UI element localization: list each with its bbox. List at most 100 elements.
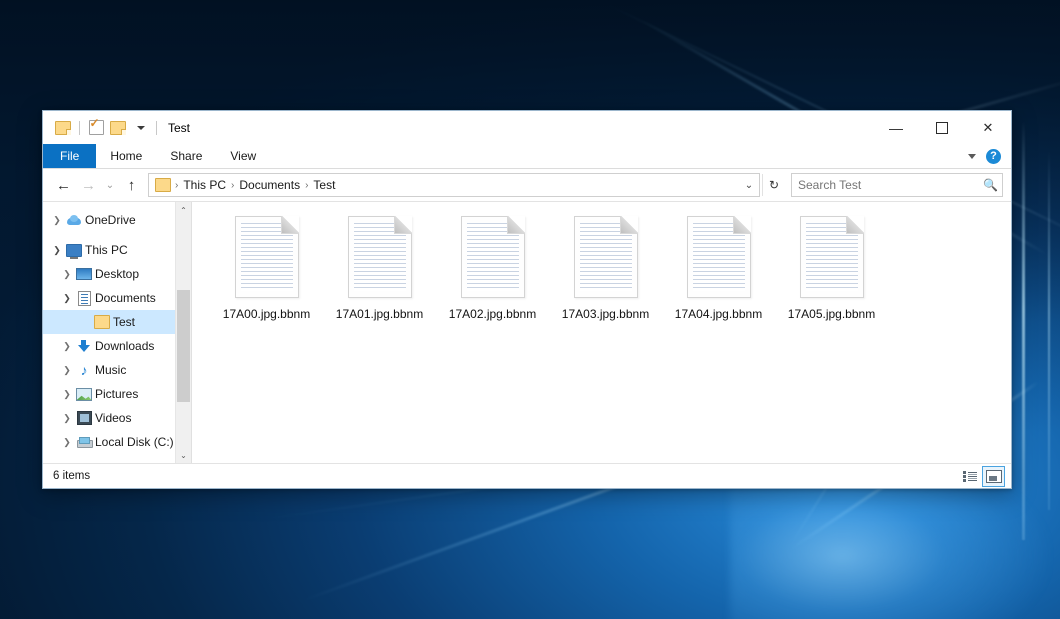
documents-icon: [75, 291, 93, 306]
generic-document-icon: [461, 216, 525, 298]
sidebar-item-label: Music: [93, 363, 126, 377]
chevron-down-icon[interactable]: ❯: [59, 293, 75, 304]
sidebar-item-label: Videos: [93, 411, 131, 425]
onedrive-icon: [65, 215, 83, 225]
customize-qat-chevron-down-icon[interactable]: [129, 117, 151, 139]
breadcrumb-separator-icon: ›: [229, 180, 236, 191]
up-button[interactable]: ↑: [119, 173, 144, 197]
this-pc-icon: [65, 244, 83, 257]
pictures-icon: [75, 388, 93, 401]
maximize-icon: [936, 122, 948, 134]
sidebar-item-this-pc[interactable]: ❯ This PC: [43, 238, 191, 262]
chevron-right-icon[interactable]: ❯: [59, 341, 75, 352]
file-list-view[interactable]: 17A00.jpg.bbnm 17A01.jpg.bbnm 17A02.jpg.…: [192, 202, 1011, 463]
title-bar[interactable]: Test — ✕: [43, 111, 1011, 144]
sidebar-item-desktop[interactable]: ❯ Desktop: [43, 262, 191, 286]
address-dropdown-chevron-down-icon[interactable]: ⌄: [741, 180, 757, 191]
sidebar-item-local-disk-c[interactable]: ❯ Local Disk (C:): [43, 430, 191, 454]
chevron-right-icon[interactable]: ❯: [59, 389, 75, 400]
folder-icon: [93, 315, 111, 329]
sidebar-item-label: Desktop: [93, 267, 139, 281]
scroll-down-arrow-icon[interactable]: ⌄: [176, 447, 191, 463]
sidebar-item-documents[interactable]: ❯ Documents: [43, 286, 191, 310]
system-menu-folder-icon[interactable]: [52, 117, 74, 139]
music-icon: ♪: [75, 364, 93, 377]
item-count-label: 6 items: [53, 470, 90, 482]
chevron-right-icon[interactable]: ❯: [59, 437, 75, 448]
file-item[interactable]: 17A05.jpg.bbnm: [775, 216, 888, 334]
folder-tree: ❯ OneDrive ❯ This PC ❯ Desktop: [43, 202, 191, 454]
scrollbar-thumb[interactable]: [177, 290, 190, 402]
breadcrumb-folder-icon: [155, 178, 171, 192]
sidebar-item-test[interactable]: Test: [43, 310, 191, 334]
file-item[interactable]: 17A03.jpg.bbnm: [549, 216, 662, 334]
chevron-right-icon[interactable]: ❯: [59, 269, 75, 280]
file-name-label: 17A00.jpg.bbnm: [223, 307, 310, 321]
search-box[interactable]: Search Test 🔍: [791, 173, 1003, 197]
address-bar-row: ← → ⌄ ↑ › This PC › Documents › Test ⌄ ↻…: [43, 169, 1011, 201]
tab-share[interactable]: Share: [156, 144, 216, 168]
close-button[interactable]: ✕: [965, 111, 1011, 144]
back-button[interactable]: ←: [51, 173, 76, 197]
file-item[interactable]: 17A00.jpg.bbnm: [210, 216, 323, 334]
close-icon: ✕: [983, 120, 994, 136]
details-view-button[interactable]: [959, 467, 980, 486]
file-item[interactable]: 17A01.jpg.bbnm: [323, 216, 436, 334]
recent-locations-chevron-down-icon[interactable]: ⌄: [101, 173, 119, 197]
wallpaper-pane-edge: [1022, 120, 1025, 540]
address-breadcrumb-field[interactable]: › This PC › Documents › Test ⌄: [148, 173, 760, 197]
tab-view[interactable]: View: [216, 144, 270, 168]
generic-document-icon: [235, 216, 299, 298]
sidebar-item-label: Downloads: [93, 339, 154, 353]
file-name-label: 17A01.jpg.bbnm: [336, 307, 423, 321]
search-input[interactable]: Search Test: [798, 178, 983, 192]
file-name-label: 17A05.jpg.bbnm: [788, 307, 875, 321]
file-item[interactable]: 17A02.jpg.bbnm: [436, 216, 549, 334]
disk-icon: [75, 437, 93, 448]
details-view-icon: [963, 471, 977, 482]
large-icons-view-button[interactable]: [982, 466, 1005, 487]
scroll-up-arrow-icon[interactable]: ⌃: [176, 202, 191, 218]
help-button[interactable]: ?: [986, 149, 1001, 164]
file-explorer-window: Test — ✕ File Home Share View ? ← → ⌄ ↑: [42, 110, 1012, 489]
tab-home[interactable]: Home: [96, 144, 156, 168]
chevron-right-icon[interactable]: ❯: [59, 365, 75, 376]
chevron-right-icon[interactable]: ❯: [49, 215, 65, 226]
properties-icon[interactable]: [85, 117, 107, 139]
sidebar-item-label: Test: [111, 315, 135, 329]
minimize-icon: —: [889, 126, 903, 130]
desktop: Test — ✕ File Home Share View ? ← → ⌄ ↑: [0, 0, 1060, 619]
navigation-pane: ❯ OneDrive ❯ This PC ❯ Desktop: [43, 202, 192, 463]
chevron-down-icon[interactable]: ❯: [49, 245, 65, 256]
breadcrumb-documents[interactable]: Documents: [236, 178, 303, 192]
sidebar-item-music[interactable]: ❯ ♪ Music: [43, 358, 191, 382]
breadcrumb-test[interactable]: Test: [310, 178, 338, 192]
file-name-label: 17A02.jpg.bbnm: [449, 307, 536, 321]
minimize-button[interactable]: —: [873, 111, 919, 144]
refresh-button[interactable]: ↻: [762, 174, 785, 196]
quick-access-toolbar: Test: [43, 117, 190, 139]
window-title: Test: [168, 121, 190, 135]
generic-document-icon: [574, 216, 638, 298]
status-bar: 6 items: [43, 463, 1011, 488]
file-item[interactable]: 17A04.jpg.bbnm: [662, 216, 775, 334]
forward-button[interactable]: →: [76, 173, 101, 197]
expand-ribbon-chevron-down-icon[interactable]: [968, 154, 976, 159]
file-grid: 17A00.jpg.bbnm 17A01.jpg.bbnm 17A02.jpg.…: [210, 216, 1011, 334]
sidebar-item-downloads[interactable]: ❯ Downloads: [43, 334, 191, 358]
new-folder-icon[interactable]: [107, 117, 129, 139]
videos-icon: [75, 411, 93, 425]
ribbon-tab-bar: File Home Share View ?: [43, 144, 1011, 169]
sidebar-item-onedrive[interactable]: ❯ OneDrive: [43, 208, 191, 232]
sidebar-item-videos[interactable]: ❯ Videos: [43, 406, 191, 430]
breadcrumb-this-pc[interactable]: This PC: [180, 178, 229, 192]
sidebar-item-label: Pictures: [93, 387, 138, 401]
sidebar-item-pictures[interactable]: ❯ Pictures: [43, 382, 191, 406]
breadcrumb-separator-icon: ›: [303, 180, 310, 191]
maximize-button[interactable]: [919, 111, 965, 144]
tab-file[interactable]: File: [43, 144, 96, 168]
address-right-controls: ⌄: [741, 180, 757, 191]
navigation-pane-scrollbar[interactable]: ⌃ ⌄: [175, 202, 191, 463]
large-icons-view-icon: [986, 470, 1002, 483]
chevron-right-icon[interactable]: ❯: [59, 413, 75, 424]
